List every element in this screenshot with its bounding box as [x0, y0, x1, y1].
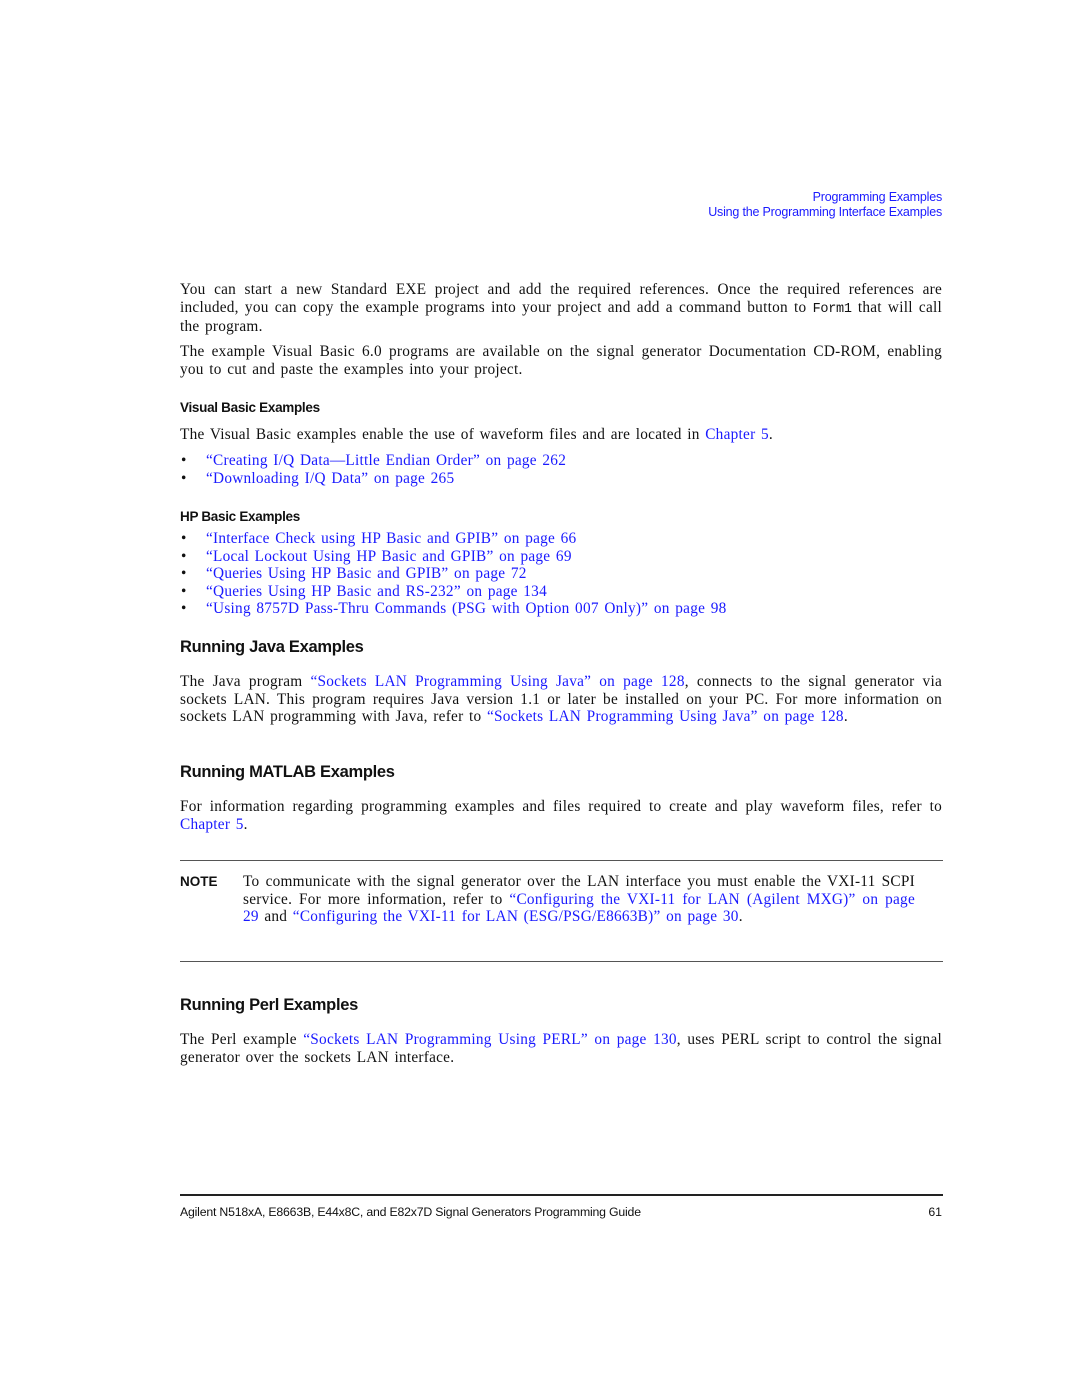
- configuring-vxi11-esg-link[interactable]: “Configuring the VXI-11 for LAN (ESG/PSG…: [293, 908, 739, 925]
- list-item: • “Local Lockout Using HP Basic and GPIB”…: [180, 548, 727, 566]
- footer-divider: [180, 1194, 943, 1196]
- list-item: • “Using 8757D Pass-Thru Commands (PSG wi…: [180, 600, 727, 618]
- vb-example-link[interactable]: “Creating I/Q Data—Little Endian Order” …: [206, 452, 566, 469]
- list-item: • “Interface Check using HP Basic and GPI…: [180, 530, 727, 548]
- intro-paragraph-1: You can start a new Standard EXE project…: [180, 281, 942, 336]
- vb-text: The Visual Basic examples enable the use…: [180, 426, 706, 443]
- list-item: • “Queries Using HP Basic and RS-232” on …: [180, 583, 727, 601]
- running-head-chapter-link[interactable]: Programming Examples: [708, 190, 943, 205]
- note-label: NOTE: [180, 874, 218, 889]
- hp-basic-list: • “Interface Check using HP Basic and GPI…: [180, 530, 727, 618]
- sockets-lan-java-link[interactable]: “Sockets LAN Programming Using Java” on …: [310, 673, 684, 690]
- sockets-lan-java-link-2[interactable]: “Sockets LAN Programming Using Java” on …: [487, 708, 844, 725]
- sockets-lan-perl-link[interactable]: “Sockets LAN Programming Using PERL” on …: [303, 1031, 677, 1048]
- hp-example-link[interactable]: “Using 8757D Pass-Thru Commands (PSG wit…: [206, 600, 727, 617]
- list-item: • “Creating I/Q Data—Little Endian Order”…: [180, 452, 566, 470]
- matlab-text-end: .: [243, 815, 248, 833]
- java-paragraph: The Java program “Sockets LAN Programmin…: [180, 673, 942, 726]
- bullet-icon: •: [181, 582, 187, 600]
- bullet-icon: •: [181, 565, 187, 583]
- bullet-icon: •: [181, 547, 187, 565]
- intro-paragraph-2: The example Visual Basic 6.0 programs ar…: [180, 343, 942, 378]
- perl-paragraph: The Perl example “Sockets LAN Programmin…: [180, 1031, 942, 1066]
- note-text-middle: and: [258, 908, 293, 926]
- bullet-icon: •: [181, 530, 187, 547]
- vb-text-end: .: [768, 426, 773, 443]
- visual-basic-list: • “Creating I/Q Data—Little Endian Order”…: [180, 452, 566, 487]
- hp-example-link[interactable]: “Queries Using HP Basic and RS-232” on p…: [206, 583, 547, 600]
- note-top-divider: [180, 860, 943, 861]
- perl-section-heading: Running Perl Examples: [180, 996, 358, 1014]
- running-head-section-link[interactable]: Using the Programming Interface Examples: [708, 205, 942, 220]
- footer-title: Agilent N518xA, E8663B, E44x8C, and E82x…: [180, 1205, 641, 1219]
- bullet-icon: •: [181, 469, 187, 487]
- matlab-paragraph: For information regarding programming ex…: [180, 798, 942, 833]
- vb-example-link[interactable]: “Downloading I/Q Data” on page 265: [206, 470, 454, 487]
- list-item: • “Queries Using HP Basic and GPIB” on pa…: [180, 565, 727, 583]
- page-number: 61: [928, 1205, 942, 1219]
- visual-basic-heading: Visual Basic Examples: [180, 400, 320, 415]
- java-text: The Java program: [180, 673, 311, 690]
- perl-text: The Perl example: [180, 1031, 304, 1048]
- list-item: • “Downloading I/Q Data” on page 265: [180, 470, 566, 488]
- bullet-icon: •: [181, 452, 187, 469]
- note-text: To communicate with the signal generator…: [243, 873, 915, 926]
- note-text-end: .: [738, 908, 743, 926]
- visual-basic-paragraph: The Visual Basic examples enable the use…: [180, 426, 942, 444]
- hp-example-link[interactable]: “Interface Check using HP Basic and GPIB…: [206, 530, 576, 547]
- code-form1: Form1: [812, 301, 852, 317]
- bullet-icon: •: [181, 600, 187, 618]
- chapter-5-link-matlab[interactable]: Chapter 5: [180, 816, 244, 833]
- matlab-text: For information regarding programming ex…: [180, 798, 942, 815]
- chapter-5-link[interactable]: Chapter 5: [705, 426, 769, 443]
- note-bottom-divider: [180, 961, 943, 962]
- hp-example-link[interactable]: “Local Lockout Using HP Basic and GPIB” …: [206, 548, 572, 565]
- hp-example-link[interactable]: “Queries Using HP Basic and GPIB” on pag…: [206, 565, 527, 582]
- hp-basic-heading: HP Basic Examples: [180, 509, 300, 524]
- java-section-heading: Running Java Examples: [180, 638, 364, 656]
- running-head: Programming Examples Using the Programmi…: [708, 190, 942, 219]
- matlab-section-heading: Running MATLAB Examples: [180, 763, 395, 781]
- java-text-end: .: [843, 708, 848, 726]
